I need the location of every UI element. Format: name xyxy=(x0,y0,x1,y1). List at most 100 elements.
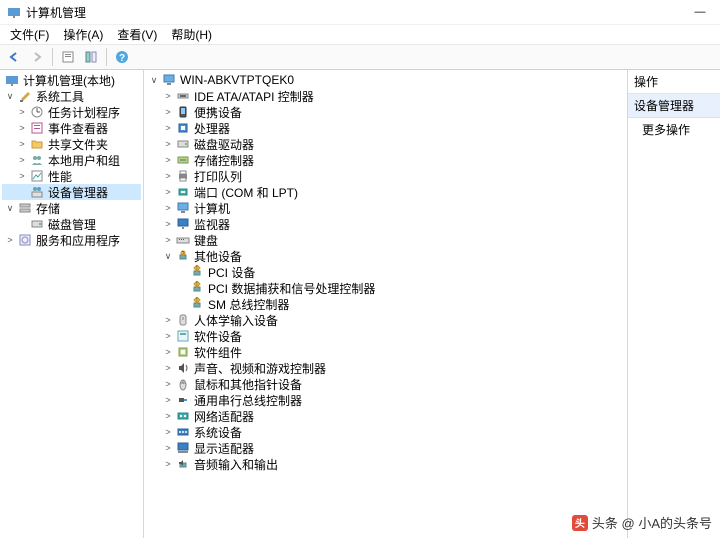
dev-net[interactable]: >网络适配器 xyxy=(146,408,625,424)
menu-action[interactable]: 操作(A) xyxy=(57,25,109,44)
soft-device-icon xyxy=(175,328,191,344)
tree-task-scheduler[interactable]: > 任务计划程序 xyxy=(2,104,141,120)
dev-disk[interactable]: >磁盘驱动器 xyxy=(146,136,625,152)
twist-closed-icon[interactable]: > xyxy=(162,409,174,423)
hid-icon xyxy=(175,312,191,328)
menu-help[interactable]: 帮助(H) xyxy=(165,25,218,44)
tree-storage[interactable]: ∨ 存储 xyxy=(2,200,141,216)
dev-hid[interactable]: >人体学输入设备 xyxy=(146,312,625,328)
minimize-button[interactable]: — xyxy=(686,2,714,22)
help-button[interactable]: ? xyxy=(112,47,132,67)
forward-button[interactable] xyxy=(27,47,47,67)
twist-closed-icon[interactable]: > xyxy=(162,89,174,103)
twist-closed-icon[interactable]: > xyxy=(4,233,16,247)
mouse-icon xyxy=(175,376,191,392)
watermark-logo-icon: 头 xyxy=(572,515,588,531)
twist-closed-icon[interactable]: > xyxy=(162,201,174,215)
dev-system[interactable]: >系统设备 xyxy=(146,424,625,440)
dev-ide[interactable]: >IDE ATA/ATAPI 控制器 xyxy=(146,88,625,104)
tree-device-manager[interactable]: > 设备管理器 xyxy=(2,184,141,200)
tree-event-viewer[interactable]: > 事件查看器 xyxy=(2,120,141,136)
twist-closed-icon[interactable]: > xyxy=(16,169,28,183)
twist-closed-icon[interactable]: > xyxy=(162,313,174,327)
hdd-icon xyxy=(175,136,191,152)
ide-icon xyxy=(175,88,191,104)
dev-root[interactable]: ∨ WIN-ABKVTPTQEK0 xyxy=(146,72,625,88)
dev-soft-comp[interactable]: >软件组件 xyxy=(146,344,625,360)
actions-group[interactable]: 设备管理器 xyxy=(628,94,720,118)
dev-monitor[interactable]: >监视器 xyxy=(146,216,625,232)
twist-closed-icon[interactable]: > xyxy=(16,105,28,119)
dev-print[interactable]: >打印队列 xyxy=(146,168,625,184)
monitor-icon xyxy=(175,216,191,232)
twist-closed-icon[interactable]: > xyxy=(162,345,174,359)
actions-more[interactable]: 更多操作 xyxy=(628,118,720,141)
other-icon: ? xyxy=(175,248,191,264)
twist-open-icon[interactable]: ∨ xyxy=(4,89,16,103)
network-icon xyxy=(175,408,191,424)
dev-cpu[interactable]: >处理器 xyxy=(146,120,625,136)
dev-storage-ctrl[interactable]: >存储控制器 xyxy=(146,152,625,168)
sound-icon xyxy=(175,360,191,376)
twist-closed-icon[interactable]: > xyxy=(162,361,174,375)
twist-closed-icon[interactable]: > xyxy=(162,441,174,455)
twist-closed-icon[interactable]: > xyxy=(162,217,174,231)
twist-open-icon[interactable]: ∨ xyxy=(162,249,174,263)
tree-performance[interactable]: > 性能 xyxy=(2,168,141,184)
tree-shared-folders[interactable]: > 共享文件夹 xyxy=(2,136,141,152)
device-tree[interactable]: ∨ WIN-ABKVTPTQEK0 >IDE ATA/ATAPI 控制器 >便携… xyxy=(144,70,628,538)
twist-closed-icon[interactable]: > xyxy=(162,233,174,247)
window-title: 计算机管理 xyxy=(26,4,686,21)
watermark: 头 头条 @ 小A的头条号 xyxy=(572,513,712,532)
system-icon xyxy=(175,424,191,440)
dev-computer[interactable]: >计算机 xyxy=(146,200,625,216)
twist-closed-icon[interactable]: > xyxy=(162,105,174,119)
twist-closed-icon[interactable]: > xyxy=(162,457,174,471)
twist-closed-icon[interactable]: > xyxy=(162,185,174,199)
services-icon xyxy=(17,232,33,248)
dev-soft-device[interactable]: >软件设备 xyxy=(146,328,625,344)
twist-closed-icon[interactable]: > xyxy=(162,121,174,135)
toolbar-separator xyxy=(52,48,53,66)
tree-disk-mgmt[interactable]: > 磁盘管理 xyxy=(2,216,141,232)
twist-closed-icon[interactable]: > xyxy=(162,329,174,343)
twist-closed-icon[interactable]: > xyxy=(16,121,28,135)
twist-closed-icon[interactable]: > xyxy=(162,169,174,183)
twist-closed-icon[interactable]: > xyxy=(162,137,174,151)
twist-closed-icon[interactable]: > xyxy=(162,393,174,407)
twist-closed-icon[interactable]: > xyxy=(16,153,28,167)
disk-icon xyxy=(29,216,45,232)
twist-closed-icon[interactable]: > xyxy=(162,153,174,167)
storage-icon xyxy=(17,200,33,216)
properties-button[interactable] xyxy=(58,47,78,67)
dev-display[interactable]: >显示适配器 xyxy=(146,440,625,456)
dev-usb[interactable]: >通用串行总线控制器 xyxy=(146,392,625,408)
dev-mouse[interactable]: >鼠标和其他指针设备 xyxy=(146,376,625,392)
console-tree[interactable]: 计算机管理(本地) ∨ 系统工具 > 任务计划程序 > 事件查看器 > 共享文件… xyxy=(0,70,144,538)
tree-services-apps[interactable]: > 服务和应用程序 xyxy=(2,232,141,248)
twist-closed-icon[interactable]: > xyxy=(162,425,174,439)
back-button[interactable] xyxy=(4,47,24,67)
tree-local-users[interactable]: > 本地用户和组 xyxy=(2,152,141,168)
dev-smbus[interactable]: >!SM 总线控制器 xyxy=(146,296,625,312)
dev-pci[interactable]: >!PCI 设备 xyxy=(146,264,625,280)
dev-keyboard[interactable]: >键盘 xyxy=(146,232,625,248)
dev-audio[interactable]: >音频输入和输出 xyxy=(146,456,625,472)
show-hide-button[interactable] xyxy=(81,47,101,67)
folder-shared-icon xyxy=(29,136,45,152)
tree-system-tools[interactable]: ∨ 系统工具 xyxy=(2,88,141,104)
twist-closed-icon[interactable]: > xyxy=(16,137,28,151)
menu-file[interactable]: 文件(F) xyxy=(4,25,55,44)
dev-ports[interactable]: >端口 (COM 和 LPT) xyxy=(146,184,625,200)
twist-open-icon[interactable]: ∨ xyxy=(148,73,160,87)
twist-closed-icon[interactable]: > xyxy=(162,377,174,391)
audio-io-icon xyxy=(175,456,191,472)
twist-open-icon[interactable]: ∨ xyxy=(4,201,16,215)
tools-icon xyxy=(17,88,33,104)
dev-portable[interactable]: >便携设备 xyxy=(146,104,625,120)
dev-sound[interactable]: >声音、视频和游戏控制器 xyxy=(146,360,625,376)
tree-root[interactable]: 计算机管理(本地) xyxy=(2,72,141,88)
dev-pci-signal[interactable]: >!PCI 数据捕获和信号处理控制器 xyxy=(146,280,625,296)
dev-other[interactable]: ∨?其他设备 xyxy=(146,248,625,264)
menu-view[interactable]: 查看(V) xyxy=(111,25,163,44)
